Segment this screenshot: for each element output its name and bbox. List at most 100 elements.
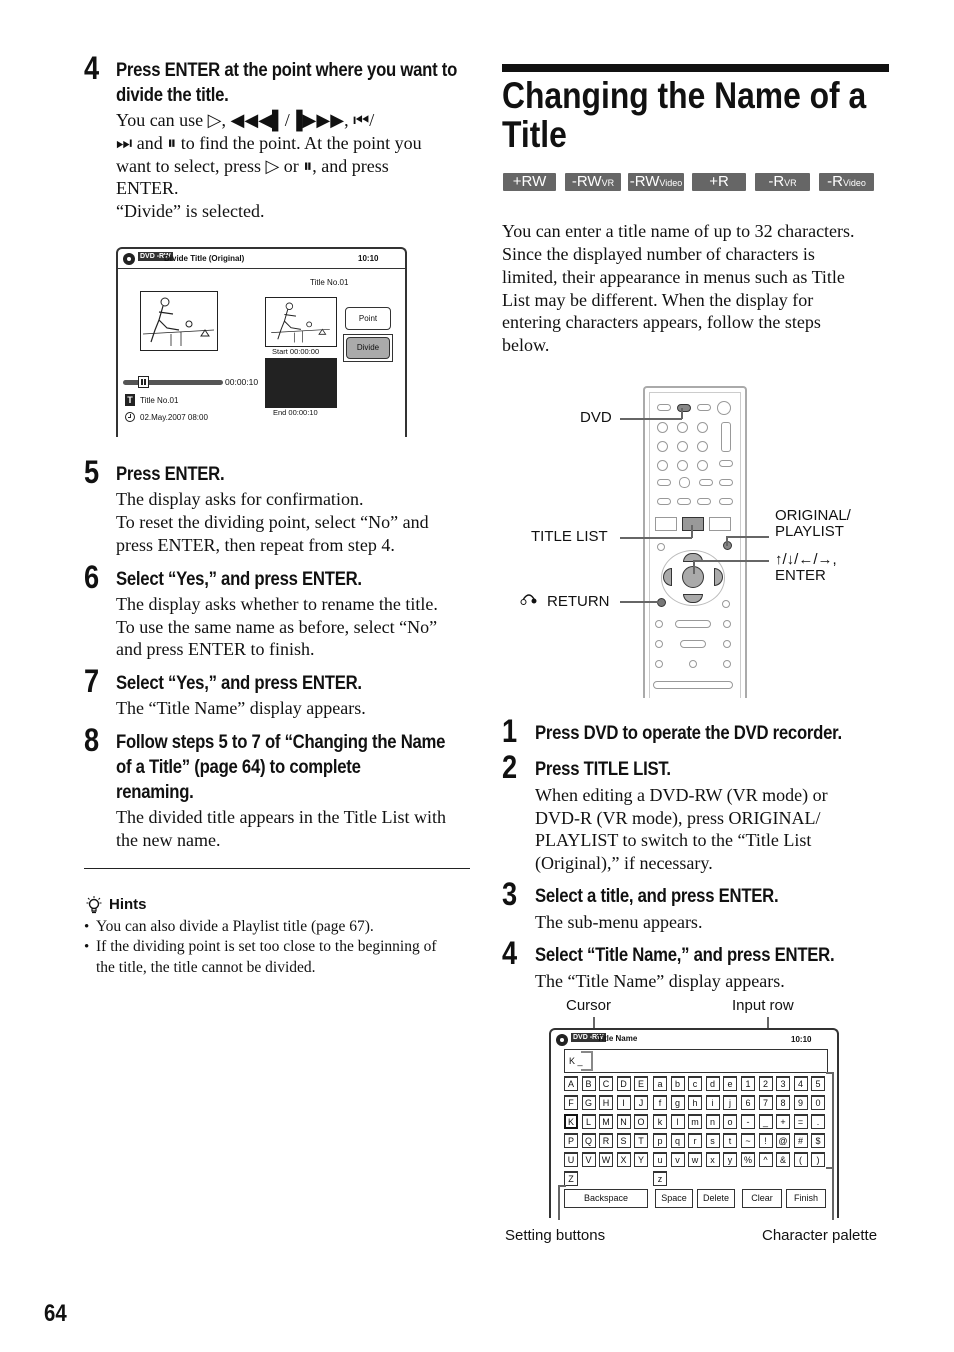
divide-button-focus[interactable]: Divide <box>343 334 393 362</box>
palette-key[interactable]: g <box>670 1095 685 1110</box>
palette-key[interactable]: & <box>776 1152 790 1167</box>
palette-key[interactable]: - <box>741 1114 755 1129</box>
palette-key-selected[interactable]: K <box>564 1114 578 1129</box>
palette-key[interactable]: l <box>670 1114 685 1129</box>
palette-key[interactable]: c <box>688 1076 702 1091</box>
palette-key[interactable]: O <box>634 1114 648 1129</box>
palette-key[interactable]: i <box>705 1095 720 1110</box>
delete-button[interactable]: Delete <box>697 1189 735 1208</box>
divide-button[interactable]: Divide <box>346 337 390 359</box>
palette-key[interactable]: b <box>670 1076 685 1091</box>
palette-key[interactable]: + <box>776 1114 790 1129</box>
palette-key[interactable]: q <box>670 1133 685 1148</box>
palette-key[interactable]: x <box>705 1152 720 1167</box>
palette-key[interactable]: t <box>723 1133 737 1148</box>
palette-key[interactable]: X <box>616 1152 631 1167</box>
palette-key[interactable]: J <box>634 1095 648 1110</box>
palette-key[interactable]: T <box>634 1133 648 1148</box>
palette-key[interactable]: u <box>653 1152 667 1167</box>
palette-key[interactable]: k <box>653 1114 667 1129</box>
palette-key[interactable]: 4 <box>793 1076 808 1091</box>
palette-key[interactable]: n <box>705 1114 720 1129</box>
palette-key[interactable]: S <box>616 1133 631 1148</box>
palette-key[interactable]: E <box>634 1076 648 1091</box>
palette-key[interactable]: @ <box>776 1133 790 1148</box>
palette-key[interactable]: V <box>581 1152 596 1167</box>
timeline-slider[interactable] <box>123 376 223 388</box>
step-8-heading-line2: of a Title” (page 64) to complete <box>116 757 361 778</box>
palette-key[interactable]: r <box>688 1133 702 1148</box>
palette-key[interactable]: 6 <box>741 1095 755 1110</box>
palette-key[interactable]: % <box>741 1152 755 1167</box>
palette-key[interactable]: Z <box>564 1171 578 1186</box>
palette-key[interactable]: 8 <box>776 1095 790 1110</box>
palette-key[interactable]: 0 <box>811 1095 825 1110</box>
remote-original-playlist-button[interactable] <box>723 541 732 550</box>
palette-key[interactable]: ^ <box>758 1152 773 1167</box>
palette-key[interactable]: U <box>564 1152 578 1167</box>
intro-line-1: You can enter a title name of up to 32 c… <box>502 221 855 241</box>
palette-key[interactable]: R <box>599 1133 613 1148</box>
palette-key[interactable]: Q <box>581 1133 596 1148</box>
disc-icon <box>123 253 135 265</box>
palette-key[interactable]: 7 <box>758 1095 773 1110</box>
remote-dvd-button[interactable] <box>677 404 691 412</box>
step-5-body-1: The display asks for confirmation. <box>116 489 364 509</box>
palette-key[interactable]: h <box>688 1095 702 1110</box>
palette-key[interactable]: _ <box>758 1114 773 1129</box>
step-8-body-1: The divided title appears in the Title L… <box>116 807 446 827</box>
palette-key[interactable]: D <box>616 1076 631 1091</box>
palette-key[interactable]: 1 <box>741 1076 755 1091</box>
palette-key[interactable]: j <box>723 1095 737 1110</box>
palette-key[interactable]: Y <box>634 1152 648 1167</box>
title-name-input[interactable]: K _ <box>564 1049 828 1073</box>
palette-key[interactable]: ( <box>793 1152 808 1167</box>
palette-key[interactable]: m <box>688 1114 702 1129</box>
remote-return-button[interactable] <box>657 598 666 607</box>
palette-key[interactable]: I <box>616 1095 631 1110</box>
palette-key[interactable]: A <box>564 1076 578 1091</box>
clear-button[interactable]: Clear <box>742 1189 782 1208</box>
palette-key[interactable]: z <box>653 1171 667 1186</box>
palette-key[interactable]: F <box>564 1095 578 1110</box>
palette-key[interactable]: 3 <box>776 1076 790 1091</box>
palette-key[interactable]: y <box>723 1152 737 1167</box>
palette-key[interactable]: 9 <box>793 1095 808 1110</box>
palette-key[interactable]: W <box>599 1152 613 1167</box>
palette-key[interactable]: s <box>705 1133 720 1148</box>
palette-key[interactable]: e <box>723 1076 737 1091</box>
palette-key[interactable]: v <box>670 1152 685 1167</box>
palette-key[interactable]: 5 <box>811 1076 825 1091</box>
palette-key[interactable]: 2 <box>758 1076 773 1091</box>
palette-key[interactable]: o <box>723 1114 737 1129</box>
palette-key[interactable]: P <box>564 1133 578 1148</box>
palette-key[interactable]: p <box>653 1133 667 1148</box>
palette-key[interactable]: ~ <box>741 1133 755 1148</box>
space-button[interactable]: Space <box>655 1189 693 1208</box>
palette-key[interactable]: M <box>599 1114 613 1129</box>
palette-key[interactable]: ) <box>811 1152 825 1167</box>
right-step-3-heading: Select a title, and press ENTER. <box>535 886 779 907</box>
palette-key[interactable]: w <box>688 1152 702 1167</box>
leader-line-title-list <box>620 537 692 539</box>
palette-key[interactable]: N <box>616 1114 631 1129</box>
palette-key[interactable]: = <box>793 1114 808 1129</box>
palette-key[interactable]: H <box>599 1095 613 1110</box>
point-button[interactable]: Point <box>345 307 391 330</box>
pause-marker-icon[interactable] <box>138 376 149 388</box>
backspace-button[interactable]: Backspace <box>564 1189 648 1208</box>
palette-key[interactable]: . <box>811 1114 825 1129</box>
cursor-bracket <box>581 1051 593 1071</box>
palette-key[interactable]: f <box>653 1095 667 1110</box>
remote-title-list-button[interactable] <box>682 517 704 531</box>
finish-button[interactable]: Finish <box>786 1189 826 1208</box>
palette-key[interactable]: G <box>581 1095 596 1110</box>
palette-key[interactable]: ! <box>758 1133 773 1148</box>
palette-key[interactable]: C <box>599 1076 613 1091</box>
palette-key[interactable]: a <box>653 1076 667 1091</box>
palette-key[interactable]: L <box>581 1114 596 1129</box>
palette-key[interactable]: $ <box>811 1133 825 1148</box>
palette-key[interactable]: B <box>581 1076 596 1091</box>
palette-key[interactable]: # <box>793 1133 808 1148</box>
palette-key[interactable]: d <box>705 1076 720 1091</box>
